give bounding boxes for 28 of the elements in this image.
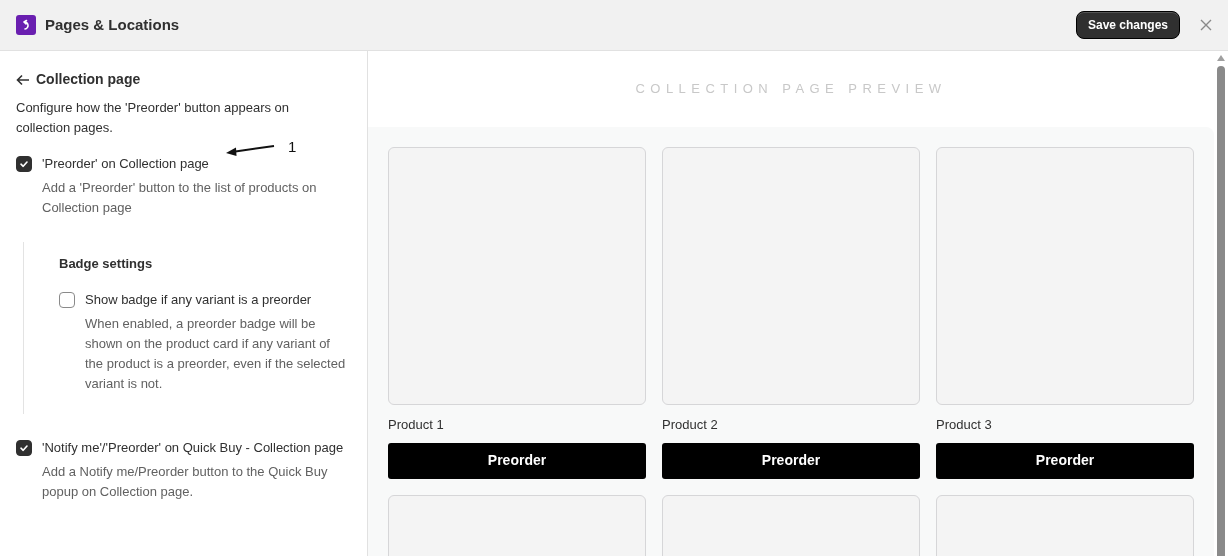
annotation-arrow: [224, 142, 276, 156]
save-button[interactable]: Save changes: [1075, 11, 1180, 39]
checkmark-icon: [19, 159, 29, 169]
window-title: Pages & Locations: [45, 14, 180, 35]
option-label[interactable]: Show badge if any variant is a preorder: [85, 289, 347, 310]
page-heading: Collection page: [36, 70, 141, 89]
app-logo-icon: [16, 15, 36, 35]
option-label[interactable]: 'Preorder' on Collection page: [42, 154, 347, 174]
page-description: Configure how the 'Preorder' button appears on collection pages.: [16, 99, 291, 137]
scroll-up-icon[interactable]: [1217, 55, 1225, 61]
option-help: When enabled, a preorder badge will be shown on the product card if any variant of the product is a preorder, even if the selected variant is not.: [85, 314, 347, 393]
checkbox[interactable]: [16, 156, 32, 172]
checkmark-icon: [19, 442, 29, 453]
preorder-button[interactable]: Preorder: [936, 442, 1194, 479]
checkbox[interactable]: [59, 291, 75, 308]
product-name: Product 3: [936, 416, 993, 434]
preorder-button[interactable]: Preorder: [388, 442, 646, 479]
back-arrow-icon[interactable]: [16, 73, 30, 86]
annotation-number: 1: [288, 137, 297, 157]
product-name: Product 2: [662, 416, 719, 434]
checkbox[interactable]: [16, 439, 32, 456]
option-help: Add a 'Preorder' button to the list of products on Collection page: [42, 179, 318, 217]
section-heading: Badge settings: [59, 255, 154, 273]
option-help: Add a Notify me/Preorder button to the Quick Buy popup on Collection page.: [42, 462, 329, 501]
product-name: Product 1: [388, 416, 445, 434]
preorder-button[interactable]: Preorder: [662, 442, 920, 479]
option-label[interactable]: 'Notify me'/'Preorder' on Quick Buy - Collection page: [42, 437, 347, 458]
close-icon[interactable]: [1200, 19, 1212, 31]
